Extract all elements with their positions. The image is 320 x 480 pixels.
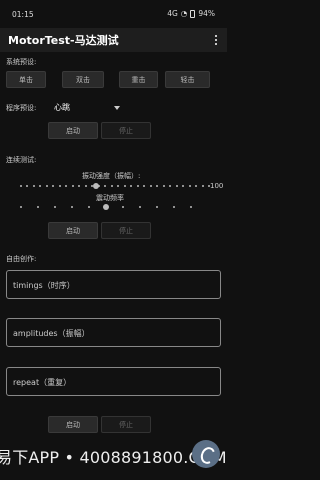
amplitude-slider[interactable] bbox=[20, 182, 210, 190]
amplitude-slider-tick bbox=[78, 185, 80, 187]
frequency-slider-tick bbox=[173, 206, 175, 208]
amplitude-slider-tick bbox=[111, 185, 113, 187]
amplitude-slider-tick bbox=[104, 185, 106, 187]
repeat-placeholder: repeat（重复） bbox=[13, 378, 72, 387]
amplitude-slider-tick bbox=[137, 185, 139, 187]
frequency-slider[interactable] bbox=[20, 203, 192, 211]
frequency-slider-tick bbox=[20, 206, 22, 208]
amplitude-slider-tick bbox=[189, 185, 191, 187]
battery-icon bbox=[190, 9, 196, 18]
preset-double-click-button[interactable]: 双击 bbox=[62, 71, 104, 88]
amplitudes-placeholder: amplitudes（振幅） bbox=[13, 329, 90, 338]
chevron-down-icon bbox=[114, 106, 120, 110]
amplitudes-field[interactable]: amplitudes（振幅） bbox=[6, 318, 221, 347]
app-title: MotorTest-马达测试 bbox=[8, 34, 119, 47]
preset-heavy-click-button[interactable]: 重击 bbox=[119, 71, 158, 88]
continuous-label: 连续测试: bbox=[6, 156, 37, 164]
amplitude-slider-tick bbox=[59, 185, 61, 187]
preset-single-click-button[interactable]: 单击 bbox=[6, 71, 46, 88]
network-icon: 4G bbox=[167, 9, 178, 18]
amplitude-slider-tick bbox=[202, 185, 204, 187]
amplitude-value: 100 bbox=[210, 182, 224, 190]
amplitude-slider-tick bbox=[176, 185, 178, 187]
amplitude-slider-tick bbox=[52, 185, 54, 187]
program-start-button[interactable]: 启动 bbox=[48, 122, 98, 139]
program-select[interactable]: 心跳 bbox=[50, 101, 122, 115]
continuous-stop-button[interactable]: 停止 bbox=[101, 222, 151, 239]
timings-field[interactable]: timings（时序） bbox=[6, 270, 221, 299]
amplitude-slider-tick bbox=[117, 185, 119, 187]
custom-start-button[interactable]: 启动 bbox=[48, 416, 98, 433]
program-stop-button[interactable]: 停止 bbox=[101, 122, 151, 139]
amplitude-slider-tick bbox=[156, 185, 158, 187]
program-label: 程序预设: bbox=[6, 104, 37, 112]
app-bar: MotorTest-马达测试 bbox=[0, 28, 227, 52]
frequency-slider-tick bbox=[71, 206, 73, 208]
amplitude-slider-tick bbox=[195, 185, 197, 187]
battery-level: 94% bbox=[198, 9, 215, 18]
amplitude-slider-tick bbox=[124, 185, 126, 187]
amplitude-slider-tick bbox=[182, 185, 184, 187]
amplitude-slider-tick bbox=[169, 185, 171, 187]
amplitude-slider-tick bbox=[33, 185, 35, 187]
amplitude-slider-tick bbox=[39, 185, 41, 187]
wifi-icon: ◔ bbox=[180, 9, 188, 18]
frequency-slider-tick bbox=[37, 206, 39, 208]
custom-label: 自由创作: bbox=[6, 255, 37, 263]
amplitude-slider-tick bbox=[85, 185, 87, 187]
timings-placeholder: timings（时序） bbox=[13, 281, 75, 290]
status-time: 01:15 bbox=[12, 10, 34, 19]
floating-action-icon[interactable] bbox=[192, 440, 220, 468]
amplitude-slider-tick bbox=[46, 185, 48, 187]
frequency-slider-tick bbox=[54, 206, 56, 208]
frequency-slider-tick bbox=[156, 206, 158, 208]
amplitude-slider-tick bbox=[65, 185, 67, 187]
frequency-slider-tick bbox=[122, 206, 124, 208]
amplitude-slider-tick bbox=[130, 185, 132, 187]
amplitude-slider-tick bbox=[20, 185, 22, 187]
program-selected-value: 心跳 bbox=[54, 103, 70, 112]
status-icons: 4G ◔ 94% bbox=[167, 9, 215, 18]
preset-label: 系统预设: bbox=[6, 58, 37, 66]
frequency-slider-thumb[interactable] bbox=[103, 204, 109, 210]
frequency-slider-tick bbox=[88, 206, 90, 208]
frequency-slider-tick bbox=[139, 206, 141, 208]
custom-stop-button[interactable]: 停止 bbox=[101, 416, 151, 433]
frequency-label: 震动频率 bbox=[96, 194, 124, 202]
amplitude-slider-tick bbox=[163, 185, 165, 187]
amplitude-label: 振动强度（振幅）: bbox=[82, 172, 141, 180]
repeat-field[interactable]: repeat（重复） bbox=[6, 367, 221, 396]
amplitude-slider-tick bbox=[26, 185, 28, 187]
status-bar: 01:15 4G ◔ 94% bbox=[0, 0, 227, 28]
amplitude-slider-tick bbox=[143, 185, 145, 187]
overflow-menu-icon[interactable] bbox=[213, 33, 219, 47]
continuous-start-button[interactable]: 启动 bbox=[48, 222, 98, 239]
preset-light-click-button[interactable]: 轻击 bbox=[165, 71, 210, 88]
amplitude-slider-thumb[interactable] bbox=[93, 183, 99, 189]
frequency-slider-tick bbox=[190, 206, 192, 208]
amplitude-slider-tick bbox=[72, 185, 74, 187]
amplitude-slider-tick bbox=[150, 185, 152, 187]
